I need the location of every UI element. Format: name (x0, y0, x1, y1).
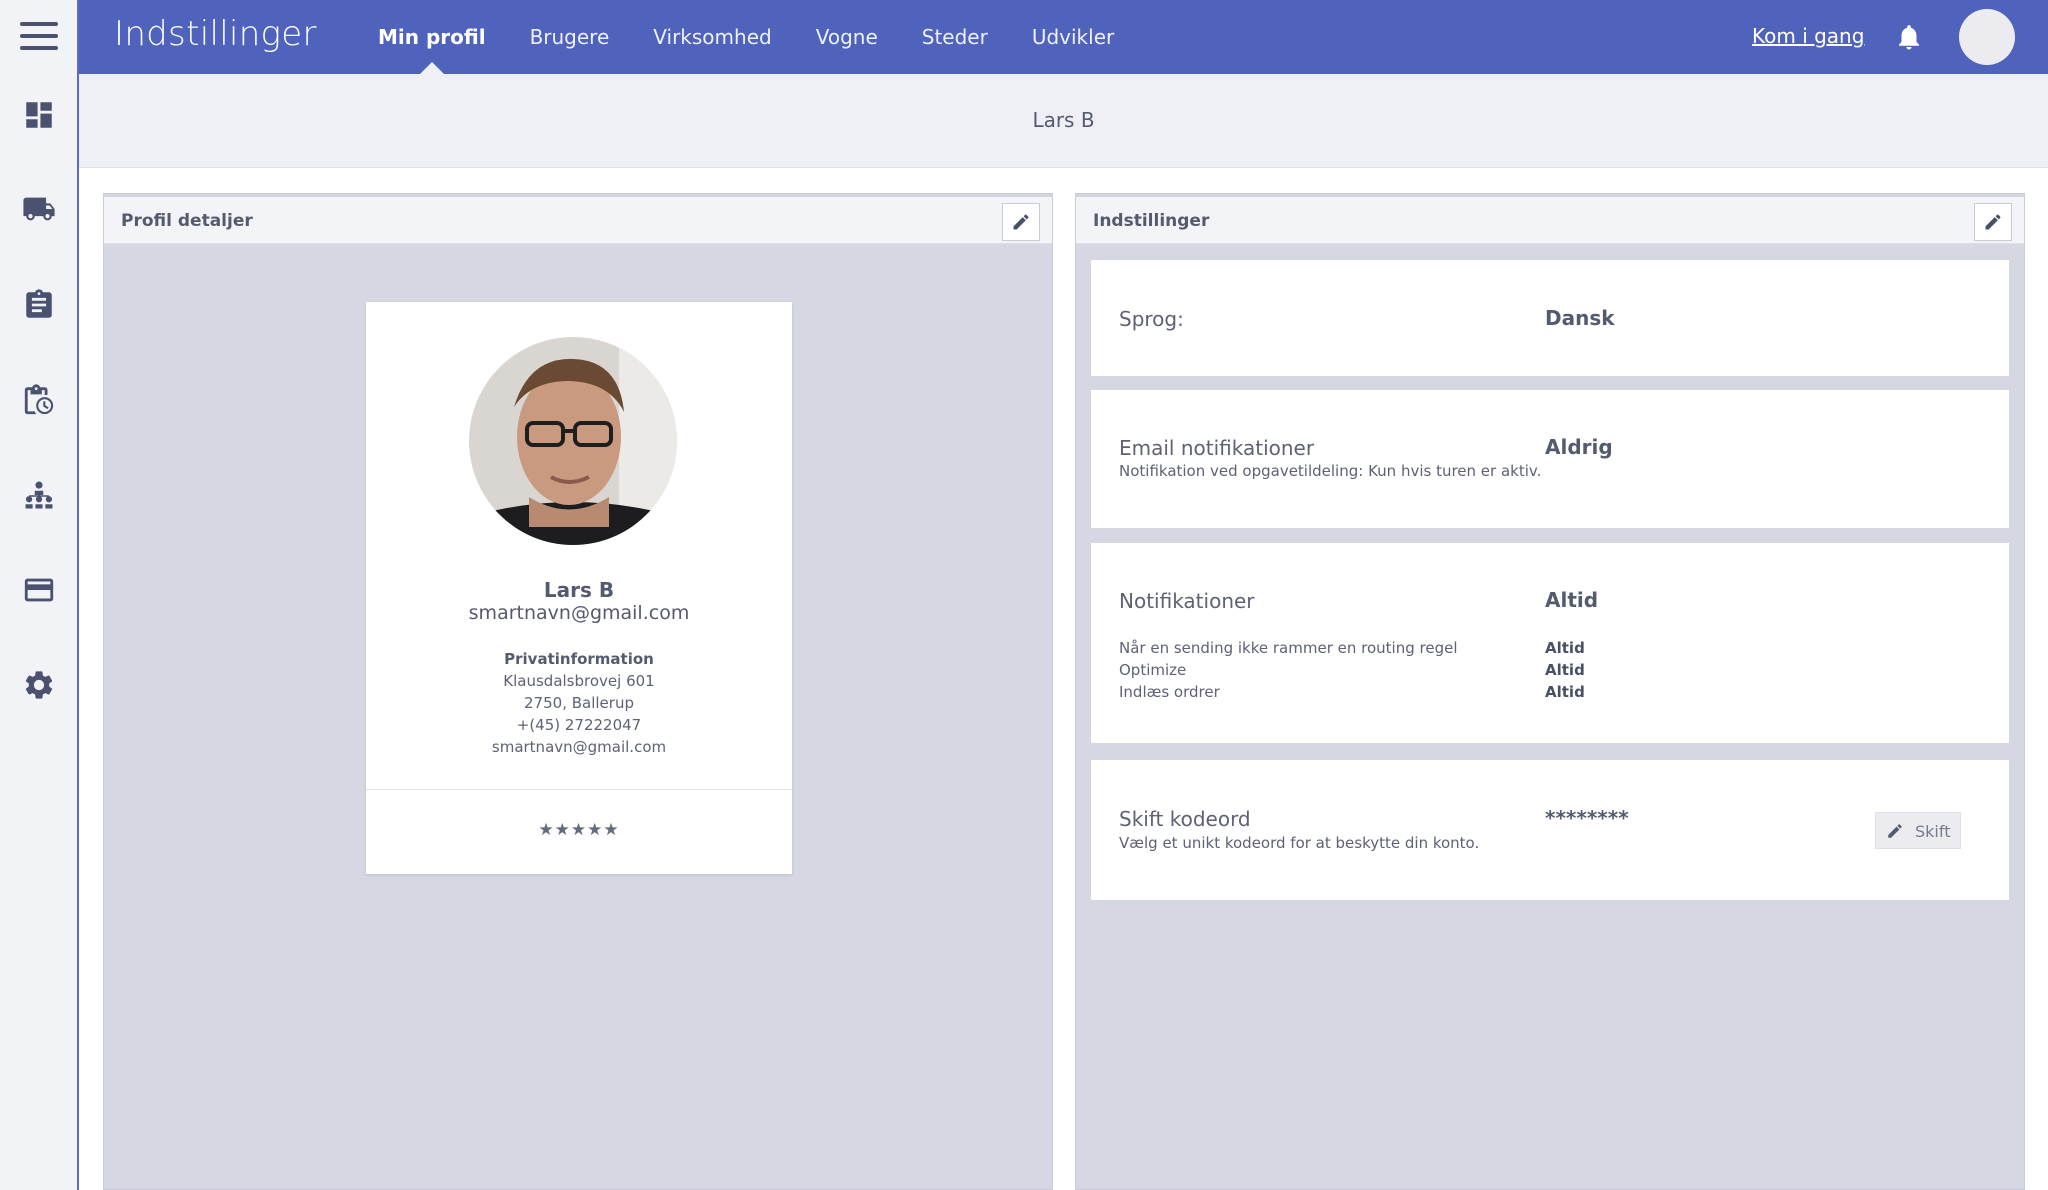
profile-panel-title: Profil detaljer (121, 211, 253, 231)
user-avatar[interactable] (1959, 9, 2015, 65)
change-password-label: Skift (1915, 822, 1951, 841)
notification-item-label: Optimize (1119, 661, 1187, 679)
notifications-label: Notifikationer (1119, 589, 1255, 613)
email-notifications-description: Notifikation ved opgavetildeling: Kun hv… (1119, 462, 1542, 480)
profile-panel-header: Profil detaljer (104, 194, 1052, 244)
notification-item-label: Indlæs ordrer (1119, 683, 1220, 701)
notification-item-value: Altid (1545, 661, 1585, 679)
edit-settings-button[interactable] (1974, 203, 2012, 241)
tab-udvikler[interactable]: Udvikler (1032, 0, 1114, 74)
profile-phone: +(45) 27222047 (516, 716, 642, 734)
settings-panel-title: Indstillinger (1093, 211, 1210, 231)
language-setting-card: Sprog: Dansk (1091, 260, 2009, 376)
bell-icon[interactable] (1894, 22, 1924, 52)
main-nav: Min profil Brugere Virksomhed Vogne Sted… (378, 0, 1158, 74)
app-title: Indstillinger (114, 14, 317, 54)
hamburger-menu-icon[interactable] (20, 22, 58, 54)
profile-details-panel: Profil detaljer Lars B smartnavn@gmail.c… (103, 193, 1053, 1190)
notifications-card: Notifikationer Altid Når en sending ikke… (1091, 543, 2009, 743)
tab-brugere[interactable]: Brugere (530, 0, 610, 74)
password-label: Skift kodeord (1119, 807, 1251, 831)
clipboard-icon[interactable] (22, 288, 56, 322)
settings-panel-header: Indstillinger (1076, 194, 2024, 244)
settings-panel: Indstillinger Sprog: Dansk Email notifik… (1075, 193, 2025, 1190)
profile-email: smartnavn@gmail.com (468, 602, 690, 624)
current-user-name: Lars B (1032, 108, 1095, 132)
pencil-icon (1985, 214, 2001, 230)
dashboard-icon[interactable] (22, 98, 56, 132)
email-notifications-label: Email notifikationer (1119, 436, 1315, 460)
profile-city: 2750, Ballerup (524, 694, 634, 712)
notifications-value: Altid (1545, 588, 1599, 612)
edit-profile-button[interactable] (1002, 203, 1040, 241)
tab-vogne[interactable]: Vogne (816, 0, 878, 74)
profile-photo (469, 337, 677, 545)
clipboard-clock-icon[interactable] (22, 383, 56, 417)
change-password-button[interactable]: Skift (1875, 812, 1961, 849)
tab-steder[interactable]: Steder (922, 0, 988, 74)
profile-name: Lars B (543, 578, 615, 602)
top-bar: Indstillinger Min profil Brugere Virksom… (79, 0, 2048, 74)
password-card: Skift kodeord ******** Vælg et unikt kod… (1091, 760, 2009, 900)
language-label: Sprog: (1119, 307, 1184, 331)
left-rail (0, 0, 79, 1190)
tab-min-profil[interactable]: Min profil (378, 0, 486, 74)
sub-header: Lars B (79, 74, 2048, 168)
pencil-icon (1888, 824, 1902, 838)
pencil-icon (1013, 214, 1029, 230)
profile-private-email: smartnavn@gmail.com (491, 738, 667, 756)
profile-address: Klausdalsbrovej 601 (503, 672, 655, 690)
email-notifications-card: Email notifikationer Aldrig Notifikation… (1091, 390, 2009, 528)
credit-card-icon[interactable] (22, 573, 56, 607)
gear-icon[interactable] (22, 668, 56, 702)
get-started-link[interactable]: Kom i gang (1752, 24, 1864, 48)
truck-icon[interactable] (22, 192, 56, 226)
notification-item-value: Altid (1545, 683, 1585, 701)
email-notifications-value: Aldrig (1545, 435, 1613, 459)
notification-item-value: Altid (1545, 639, 1585, 657)
tab-virksomhed[interactable]: Virksomhed (653, 0, 771, 74)
private-info-label: Privatinformation (504, 650, 654, 668)
notification-item-label: Når en sending ikke rammer en routing re… (1119, 639, 1458, 657)
org-chart-icon[interactable] (22, 478, 56, 512)
language-value: Dansk (1545, 306, 1615, 330)
password-description: Vælg et unikt kodeord for at beskytte di… (1119, 834, 1480, 852)
card-divider (366, 789, 792, 790)
password-value: ******** (1545, 806, 1629, 830)
rating-stars: ★★★★★ (538, 820, 620, 840)
profile-card: Lars B smartnavn@gmail.com Privatinforma… (366, 302, 792, 874)
